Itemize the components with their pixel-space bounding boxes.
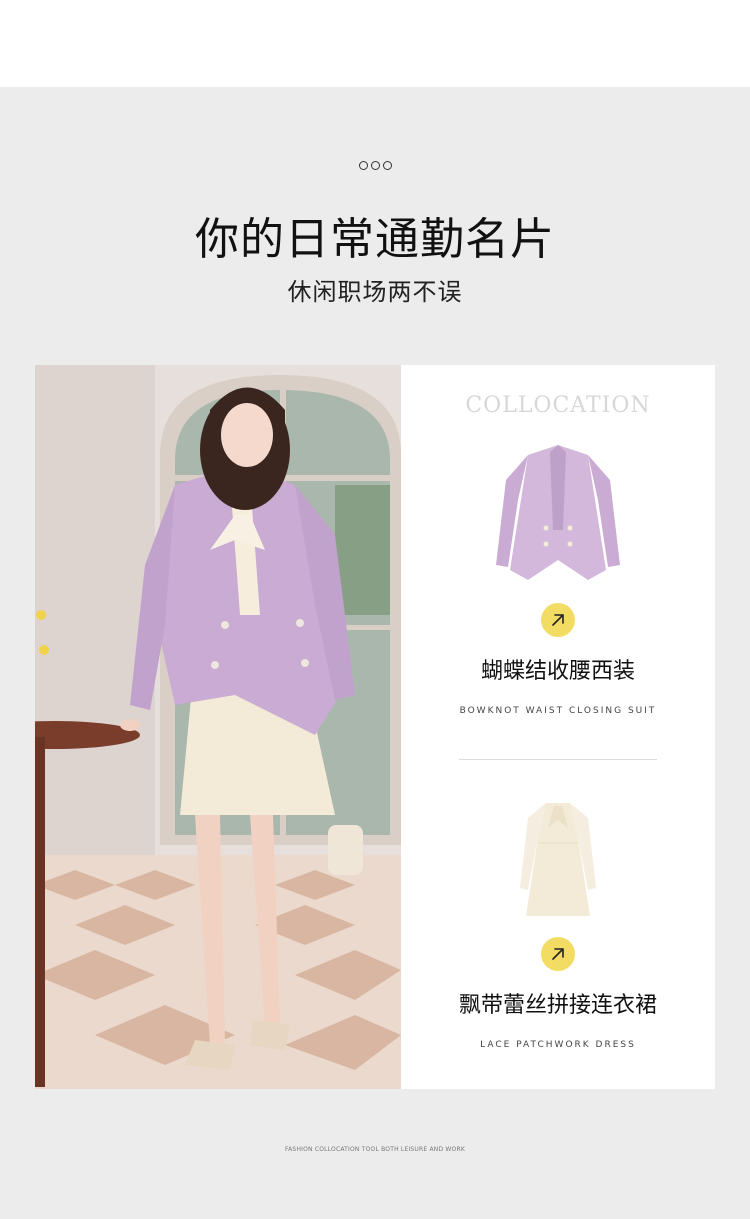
product-divider: [459, 759, 657, 760]
blazer-product-image[interactable]: [488, 440, 628, 585]
dress-product-image[interactable]: [488, 798, 628, 918]
blazer-name-en: BOWKNOT WAIST CLOSING SUIT: [459, 706, 657, 716]
footer-tagline: FASHION COLLOCATION TOOL BOTH LEISURE AN…: [285, 1146, 465, 1153]
arrow-up-right-icon: [552, 614, 564, 626]
arrow-up-right-icon: [552, 948, 564, 960]
view-blazer-button[interactable]: [541, 603, 575, 637]
page-subtitle: 休闲职场两不误: [287, 278, 463, 306]
decorative-dots: [0, 155, 750, 174]
blazer-name[interactable]: 蝴蝶结收腰西装: [401, 653, 715, 685]
page-title: 你的日常通勤名片: [195, 214, 555, 265]
dress-name[interactable]: 飘带蕾丝拼接连衣裙: [401, 987, 715, 1019]
collocation-panel: COLLOCATION 蝴蝶结收腰西装 BOWKNOT WAIST CLOSIN…: [401, 365, 715, 1089]
collocation-heading: COLLOCATION: [465, 393, 651, 418]
view-dress-button[interactable]: [541, 937, 575, 971]
model-photo: [35, 365, 401, 1089]
dress-name-en: LACE PATCHWORK DRESS: [480, 1040, 636, 1050]
top-white-band: [0, 0, 750, 87]
